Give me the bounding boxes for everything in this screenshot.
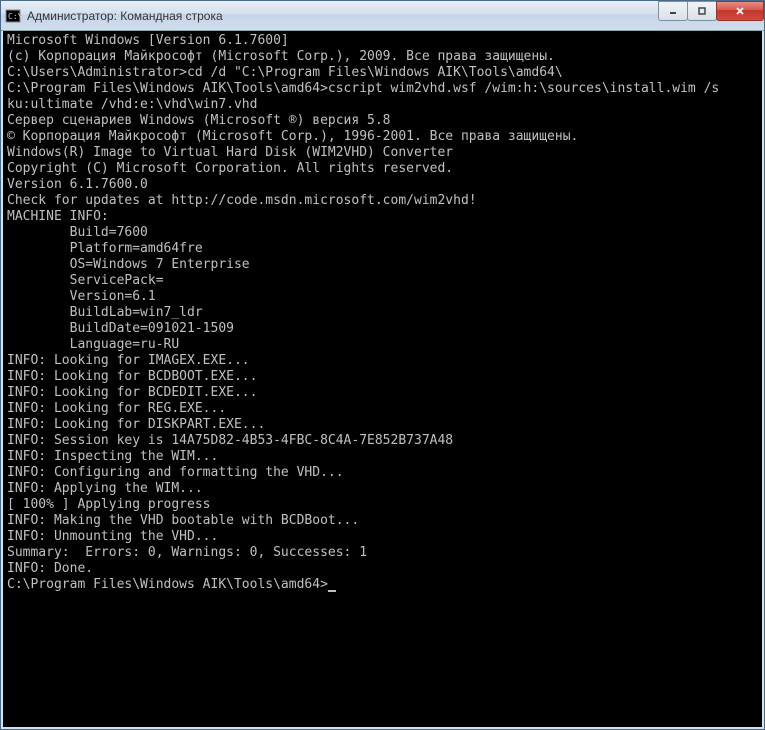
terminal-line: OS=Windows 7 Enterprise xyxy=(7,257,758,273)
terminal-line: Summary: Errors: 0, Warnings: 0, Success… xyxy=(7,545,758,561)
minimize-button[interactable] xyxy=(658,1,688,21)
terminal-line: Windows(R) Image to Virtual Hard Disk (W… xyxy=(7,145,758,161)
terminal-line: C:\Program Files\Windows AIK\Tools\amd64… xyxy=(7,81,758,97)
terminal-output[interactable]: Microsoft Windows [Version 6.1.7600](c) … xyxy=(1,31,764,729)
cursor xyxy=(328,590,336,592)
titlebar[interactable]: C:\ Администратор: Командная строка xyxy=(1,1,764,31)
terminal-line: ku:ultimate /vhd:e:\vhd\win7.vhd xyxy=(7,97,758,113)
terminal-line: [ 100% ] Applying progress xyxy=(7,497,758,513)
terminal-line: INFO: Making the VHD bootable with BCDBo… xyxy=(7,513,758,529)
terminal-line: INFO: Session key is 14A75D82-4B53-4FBC-… xyxy=(7,433,758,449)
terminal-line: Version 6.1.7600.0 xyxy=(7,177,758,193)
terminal-line: © Корпорация Майкрософт (Microsoft Corp.… xyxy=(7,129,758,145)
close-button[interactable] xyxy=(716,1,764,21)
command-prompt-window: C:\ Администратор: Командная строка Micr… xyxy=(0,0,765,730)
terminal-line: INFO: Configuring and formatting the VHD… xyxy=(7,465,758,481)
maximize-button[interactable] xyxy=(687,1,717,21)
terminal-line: Copyright (C) Microsoft Corporation. All… xyxy=(7,161,758,177)
terminal-line: INFO: Applying the WIM... xyxy=(7,481,758,497)
window-controls xyxy=(659,1,764,21)
terminal-line: C:\Program Files\Windows AIK\Tools\amd64… xyxy=(7,577,758,593)
terminal-line: INFO: Looking for BCDBOOT.EXE... xyxy=(7,369,758,385)
terminal-line: C:\Users\Administrator>cd /d "C:\Program… xyxy=(7,65,758,81)
terminal-line: MACHINE INFO: xyxy=(7,209,758,225)
terminal-line: Build=7600 xyxy=(7,225,758,241)
terminal-line: INFO: Done. xyxy=(7,561,758,577)
terminal-line: ServicePack= xyxy=(7,273,758,289)
terminal-line: INFO: Looking for BCDEDIT.EXE... xyxy=(7,385,758,401)
terminal-line: INFO: Looking for REG.EXE... xyxy=(7,401,758,417)
terminal-line: BuildDate=091021-1509 xyxy=(7,321,758,337)
cmd-icon: C:\ xyxy=(5,8,21,24)
terminal-line: BuildLab=win7_ldr xyxy=(7,305,758,321)
terminal-line: INFO: Looking for IMAGEX.EXE... xyxy=(7,353,758,369)
terminal-line: Сервер сценариев Windows (Microsoft ®) в… xyxy=(7,113,758,129)
terminal-line: (c) Корпорация Майкрософт (Microsoft Cor… xyxy=(7,49,758,65)
terminal-line: Microsoft Windows [Version 6.1.7600] xyxy=(7,33,758,49)
terminal-line: INFO: Unmounting the VHD... xyxy=(7,529,758,545)
terminal-line: INFO: Looking for DISKPART.EXE... xyxy=(7,417,758,433)
terminal-line: Check for updates at http://code.msdn.mi… xyxy=(7,193,758,209)
window-title: Администратор: Командная строка xyxy=(27,9,760,23)
terminal-line: INFO: Inspecting the WIM... xyxy=(7,449,758,465)
terminal-line: Language=ru-RU xyxy=(7,337,758,353)
svg-text:C:\: C:\ xyxy=(8,12,21,21)
terminal-line: Platform=amd64fre xyxy=(7,241,758,257)
terminal-line: Version=6.1 xyxy=(7,289,758,305)
